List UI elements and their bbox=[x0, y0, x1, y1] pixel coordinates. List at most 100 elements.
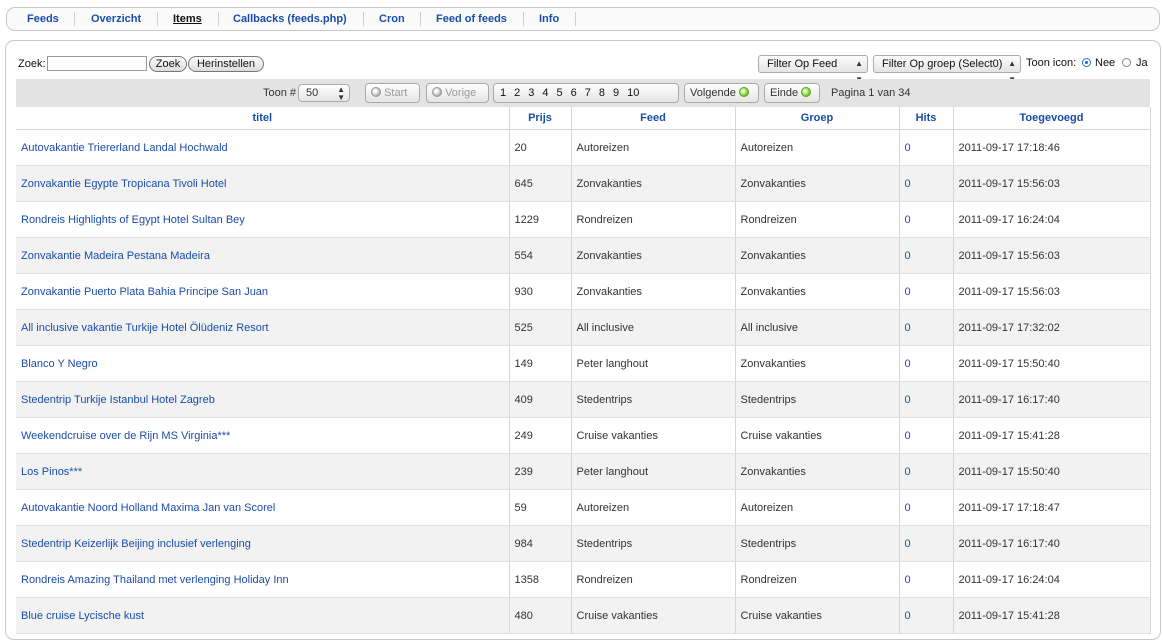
column-header-groep[interactable]: Groep bbox=[735, 107, 900, 130]
tab-overzicht[interactable]: Overzicht bbox=[91, 13, 141, 25]
item-price: 480 bbox=[509, 597, 572, 634]
tab-info[interactable]: Info bbox=[539, 13, 559, 25]
item-feed: Peter langhout bbox=[571, 453, 736, 490]
item-hits-link[interactable]: 0 bbox=[899, 201, 954, 238]
filter-group-select[interactable]: Filter Op groep (Select0) ▲▼ bbox=[873, 55, 1021, 84]
nav-separator bbox=[157, 12, 158, 26]
item-group: Rondreizen bbox=[735, 561, 900, 598]
item-added: 2011-09-17 15:41:28 bbox=[953, 597, 1151, 634]
radio-nee[interactable] bbox=[1082, 58, 1091, 67]
column-header-feed[interactable]: Feed bbox=[571, 107, 736, 130]
next-button[interactable]: Volgende bbox=[684, 83, 759, 103]
table-row: Zonvakantie Puerto Plata Bahia Principe … bbox=[16, 273, 1151, 310]
item-title-link[interactable]: Stedentrip Turkije Istanbul Hotel Zagreb bbox=[16, 381, 510, 418]
nav-separator bbox=[363, 12, 364, 26]
column-header-hits[interactable]: Hits bbox=[899, 107, 954, 130]
table-row: Autovakantie Noord Holland Maxima Jan va… bbox=[16, 489, 1151, 526]
item-title-link[interactable]: All inclusive vakantie Turkije Hotel Ölü… bbox=[16, 309, 510, 346]
item-title-link[interactable]: Weekendcruise over de Rijn MS Virginia**… bbox=[16, 417, 510, 454]
page-link[interactable]: 10 bbox=[627, 87, 639, 99]
item-group: Zonvakanties bbox=[735, 165, 900, 202]
previous-button[interactable]: Vorige bbox=[426, 83, 489, 103]
page-link[interactable]: 9 bbox=[613, 87, 619, 99]
item-hits-link[interactable]: 0 bbox=[899, 489, 954, 526]
page-info: Pagina 1 van 34 bbox=[831, 87, 911, 99]
page-link[interactable]: 3 bbox=[528, 87, 534, 99]
page-size-select[interactable]: 50 ▲ ▼ bbox=[298, 84, 350, 102]
nav-separator bbox=[218, 12, 219, 26]
filter-feed-select[interactable]: Filter Op Feed ▲▼ bbox=[758, 55, 868, 84]
item-title-link[interactable]: Stedentrip Keizerlijk Beijing inclusief … bbox=[16, 525, 510, 562]
item-group: Zonvakanties bbox=[735, 237, 900, 274]
item-hits-link[interactable]: 0 bbox=[899, 273, 954, 310]
nav-separator bbox=[74, 12, 75, 26]
item-title-link[interactable]: Blanco Y Negro bbox=[16, 345, 510, 382]
item-added: 2011-09-17 15:50:40 bbox=[953, 345, 1151, 382]
item-title-link[interactable]: Zonvakantie Madeira Pestana Madeira bbox=[16, 237, 510, 274]
column-header-prijs[interactable]: Prijs bbox=[509, 107, 572, 130]
item-title-link[interactable]: Autovakantie Triererland Landal Hochwald bbox=[16, 129, 510, 166]
items-panel: Zoek: Zoek Herinstellen Filter Op Feed ▲… bbox=[5, 40, 1161, 640]
tab-cron[interactable]: Cron bbox=[379, 13, 405, 25]
item-title-link[interactable]: Zonvakantie Puerto Plata Bahia Principe … bbox=[16, 273, 510, 310]
item-group: Stedentrips bbox=[735, 525, 900, 562]
page-link[interactable]: 8 bbox=[599, 87, 605, 99]
column-header-titel[interactable]: titel bbox=[16, 107, 510, 130]
item-hits-link[interactable]: 0 bbox=[899, 237, 954, 274]
item-hits-link[interactable]: 0 bbox=[899, 597, 954, 634]
item-added: 2011-09-17 17:18:46 bbox=[953, 129, 1151, 166]
item-hits-link[interactable]: 0 bbox=[899, 129, 954, 166]
item-added: 2011-09-17 16:17:40 bbox=[953, 381, 1151, 418]
item-hits-link[interactable]: 0 bbox=[899, 165, 954, 202]
item-hits-link[interactable]: 0 bbox=[899, 453, 954, 490]
end-button[interactable]: Einde bbox=[764, 83, 820, 103]
tab-feed-of-feeds[interactable]: Feed of feeds bbox=[436, 13, 507, 25]
tab-feeds[interactable]: Feeds bbox=[27, 13, 59, 25]
column-header-toegevoegd[interactable]: Toegevoegd bbox=[953, 107, 1151, 130]
item-feed: Stedentrips bbox=[571, 381, 736, 418]
table-header-row: titel Prijs Feed Groep Hits Toegevoegd bbox=[16, 107, 1151, 130]
tab-items[interactable]: Items bbox=[173, 13, 202, 25]
item-added: 2011-09-17 15:41:28 bbox=[953, 417, 1151, 454]
item-group: Zonvakanties bbox=[735, 453, 900, 490]
page-link[interactable]: 1 bbox=[500, 87, 506, 99]
toon-icon-label: Toon icon: bbox=[1026, 57, 1077, 69]
item-hits-link[interactable]: 0 bbox=[899, 381, 954, 418]
item-added: 2011-09-17 17:18:47 bbox=[953, 489, 1151, 526]
filter-group-value: Filter Op groep (Select0) bbox=[882, 58, 1003, 70]
page-link[interactable]: 7 bbox=[585, 87, 591, 99]
page-size-value: 50 bbox=[306, 87, 319, 99]
page-link[interactable]: 6 bbox=[571, 87, 577, 99]
search-input[interactable] bbox=[47, 56, 147, 71]
item-title-link[interactable]: Blue cruise Lycische kust bbox=[16, 597, 510, 634]
item-hits-link[interactable]: 0 bbox=[899, 561, 954, 598]
item-hits-link[interactable]: 0 bbox=[899, 525, 954, 562]
item-added: 2011-09-17 17:32:02 bbox=[953, 309, 1151, 346]
item-hits-link[interactable]: 0 bbox=[899, 309, 954, 346]
item-title-link[interactable]: Rondreis Amazing Thailand met verlenging… bbox=[16, 561, 510, 598]
item-group: Zonvakanties bbox=[735, 273, 900, 310]
item-title-link[interactable]: Rondreis Highlights of Egypt Hotel Sulta… bbox=[16, 201, 510, 238]
nav-separator bbox=[575, 12, 576, 26]
start-button[interactable]: Start bbox=[365, 83, 420, 103]
search-button[interactable]: Zoek bbox=[149, 56, 187, 72]
item-hits-link[interactable]: 0 bbox=[899, 345, 954, 382]
item-price: 1229 bbox=[509, 201, 572, 238]
radio-nee-label: Nee bbox=[1095, 57, 1116, 69]
item-price: 1358 bbox=[509, 561, 572, 598]
search-label: Zoek: bbox=[18, 58, 46, 70]
reset-button[interactable]: Herinstellen bbox=[188, 56, 264, 72]
item-feed: Peter langhout bbox=[571, 345, 736, 382]
table-row: Rondreis Highlights of Egypt Hotel Sulta… bbox=[16, 201, 1151, 238]
item-hits-link[interactable]: 0 bbox=[899, 417, 954, 454]
page-link[interactable]: 2 bbox=[514, 87, 520, 99]
item-feed: Zonvakanties bbox=[571, 165, 736, 202]
item-title-link[interactable]: Los Pinos*** bbox=[16, 453, 510, 490]
item-price: 20 bbox=[509, 129, 572, 166]
page-link[interactable]: 4 bbox=[542, 87, 548, 99]
radio-ja[interactable] bbox=[1122, 58, 1131, 67]
page-link[interactable]: 5 bbox=[557, 87, 563, 99]
item-title-link[interactable]: Zonvakantie Egypte Tropicana Tivoli Hote… bbox=[16, 165, 510, 202]
tab-callbacks[interactable]: Callbacks (feeds.php) bbox=[233, 13, 347, 25]
item-title-link[interactable]: Autovakantie Noord Holland Maxima Jan va… bbox=[16, 489, 510, 526]
